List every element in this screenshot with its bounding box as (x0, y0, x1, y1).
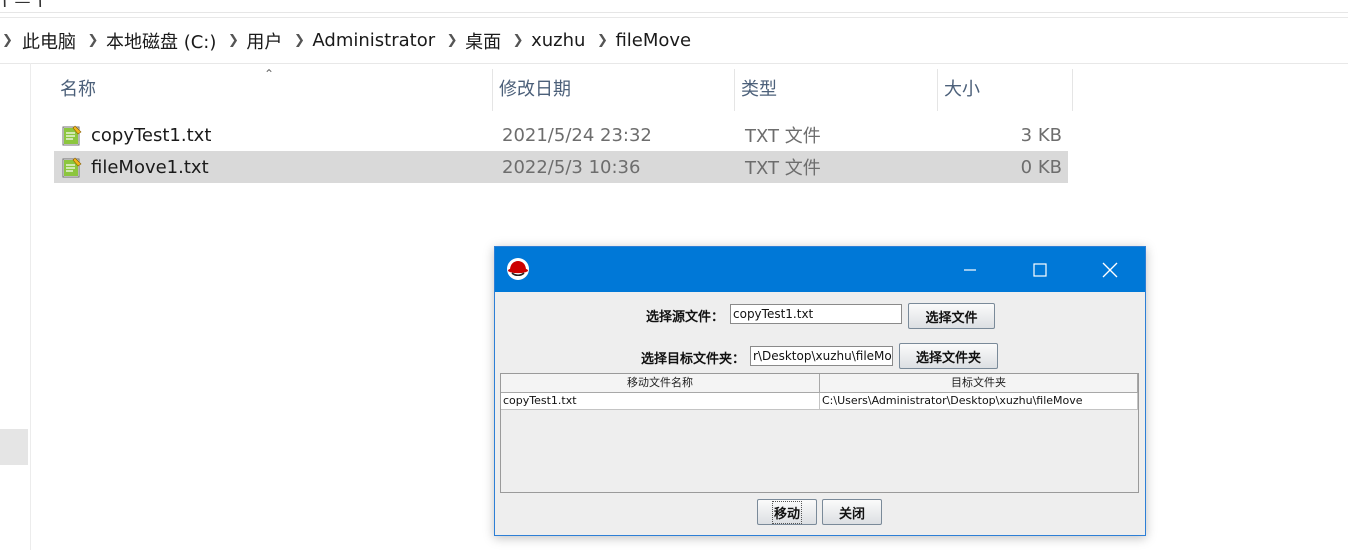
target-folder-field[interactable]: r\Desktop\xuzhu\fileMove (750, 346, 893, 366)
breadcrumb-xuzhu[interactable]: xuzhu (529, 30, 591, 51)
sort-ascending-icon: ⌃ (264, 67, 275, 81)
explorer-top-strip: ٲ — ٲ (0, 0, 1348, 13)
file-move-dialog: 选择源文件： copyTest1.txt 选择文件 选择目标文件夹： r\Des… (494, 246, 1146, 536)
close-button-label: 关闭 (838, 506, 865, 522)
chevron-right-icon[interactable]: ❯ (0, 33, 20, 48)
table-header-target-folder[interactable]: 目标文件夹 (820, 374, 1138, 393)
move-list-table[interactable]: 移动文件名称 目标文件夹 copyTest1.txt C:\Users\Admi… (500, 373, 1139, 493)
breadcrumb-filemove[interactable]: fileMove (613, 30, 697, 51)
minimize-button[interactable] (935, 247, 1005, 292)
breadcrumb-users[interactable]: 用户 (244, 28, 288, 54)
column-header-date[interactable]: 修改日期 (493, 69, 735, 111)
table-row[interactable]: copyTest1.txt C:\Users\Administrator\Des… (501, 393, 1138, 410)
choose-folder-button-label: 选择文件夹 (915, 350, 981, 366)
close-window-button[interactable] (1075, 247, 1145, 292)
file-row[interactable]: copyTest1.txt 2021/5/24 23:32 TXT 文件 3 K… (54, 119, 1068, 151)
close-button[interactable]: 关闭 (822, 499, 882, 525)
target-folder-value: r\Desktop\xuzhu\fileMove (753, 349, 893, 363)
column-header-type[interactable]: 类型 (735, 69, 938, 111)
chevron-right-icon[interactable]: ❯ (222, 33, 244, 48)
choose-file-button-label: 选择文件 (925, 310, 978, 326)
column-header-name[interactable]: ⌃ 名称 (54, 67, 493, 111)
file-date: 2021/5/24 23:32 (502, 124, 652, 146)
source-file-label: 选择源文件： (646, 310, 725, 325)
text-file-icon (62, 125, 82, 146)
column-header-size[interactable]: 大小 (938, 69, 1073, 111)
choose-file-button[interactable]: 选择文件 (908, 303, 995, 329)
choose-folder-button[interactable]: 选择文件夹 (899, 343, 998, 369)
column-name-label: 名称 (60, 79, 96, 100)
file-name: copyTest1.txt (91, 124, 212, 146)
partial-ribbon-text: ٲ — ٲ (0, 0, 45, 11)
column-date-label: 修改日期 (499, 79, 571, 100)
column-type-label: 类型 (741, 79, 777, 100)
dialog-titlebar[interactable] (495, 247, 1145, 292)
redhat-logo-icon (507, 258, 529, 280)
breadcrumb-this-pc[interactable]: 此电脑 (20, 28, 82, 54)
chevron-right-icon[interactable]: ❯ (507, 33, 529, 48)
file-row-selected[interactable]: fileMove1.txt 2022/5/3 10:36 TXT 文件 0 KB (54, 151, 1068, 183)
column-size-label: 大小 (944, 79, 980, 100)
breadcrumb-local-disk[interactable]: 本地磁盘 (C:) (104, 28, 222, 54)
move-button-label: 移动 (771, 500, 803, 524)
table-header-move-file-name[interactable]: 移动文件名称 (501, 374, 820, 393)
text-file-icon (62, 157, 82, 178)
file-size: 3 KB (1020, 124, 1062, 146)
maximize-icon (1033, 262, 1047, 277)
chevron-right-icon[interactable]: ❯ (441, 33, 463, 48)
file-name: fileMove1.txt (91, 156, 209, 178)
navigation-selected-item[interactable] (0, 429, 28, 465)
table-cell-file-name[interactable]: copyTest1.txt (501, 393, 820, 410)
file-date: 2022/5/3 10:36 (502, 156, 641, 178)
target-folder-label: 选择目标文件夹： (641, 352, 746, 367)
breadcrumb-administrator[interactable]: Administrator (310, 30, 441, 51)
chevron-right-icon[interactable]: ❯ (82, 33, 104, 48)
column-header-row: ⌃ 名称 修改日期 类型 大小 (54, 67, 1073, 111)
maximize-button[interactable] (1005, 247, 1075, 292)
table-header-row: 移动文件名称 目标文件夹 (501, 374, 1138, 393)
breadcrumb-desktop[interactable]: 桌面 (463, 28, 507, 54)
file-type: TXT 文件 (745, 126, 821, 147)
minimize-icon (964, 268, 976, 271)
move-button[interactable]: 移动 (757, 499, 817, 525)
close-icon (1102, 262, 1118, 277)
source-file-field[interactable]: copyTest1.txt (730, 304, 902, 324)
chevron-right-icon[interactable]: ❯ (288, 33, 310, 48)
table-cell-target-folder[interactable]: C:\Users\Administrator\Desktop\xuzhu\fil… (820, 393, 1138, 410)
navigation-pane[interactable] (0, 63, 31, 550)
address-bar[interactable]: ❯ 此电脑 ❯ 本地磁盘 (C:) ❯ 用户 ❯ Administrator ❯… (0, 17, 1348, 64)
file-size: 0 KB (1020, 156, 1062, 178)
file-type: TXT 文件 (745, 158, 821, 179)
chevron-right-icon[interactable]: ❯ (591, 33, 613, 48)
